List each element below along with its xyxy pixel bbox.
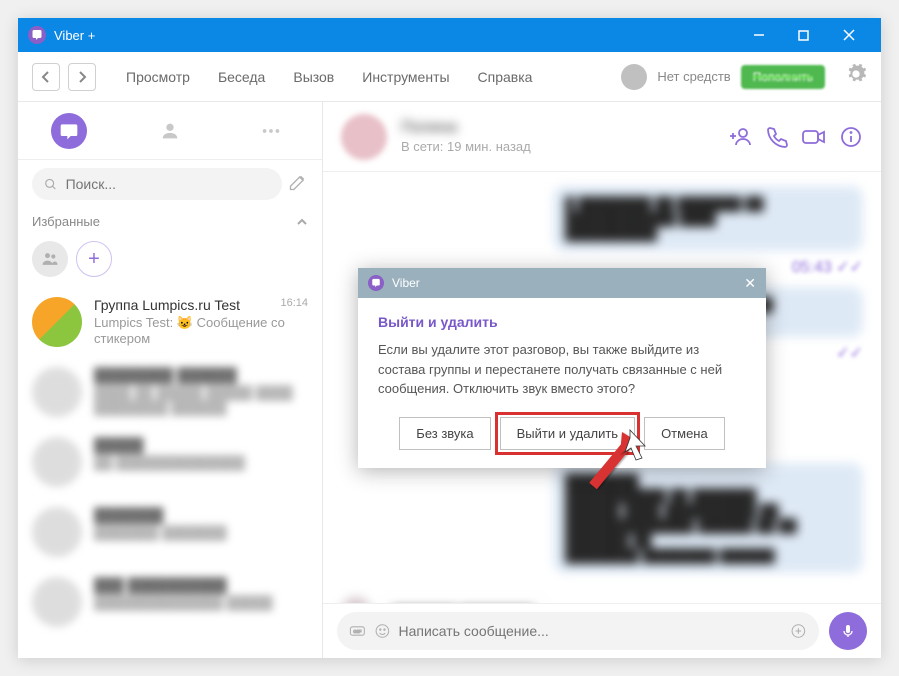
nav-forward-button[interactable]: [68, 63, 96, 91]
cancel-button[interactable]: Отмена: [644, 417, 725, 450]
chat-item[interactable]: ████████ ██████████ ██ █████ █████ █████…: [18, 357, 322, 427]
conversation-status: В сети: 19 мин. назад: [401, 139, 715, 154]
conversation-name: Полина: [401, 119, 715, 137]
menu-chat[interactable]: Беседа: [218, 69, 265, 85]
tab-more[interactable]: [253, 113, 289, 149]
chat-name: Группа Lumpics.ru Test: [94, 297, 240, 313]
dialog-text: Если вы удалите этот разговор, вы также …: [378, 340, 746, 399]
app-window: Viber + Просмотр Беседа Вызов Инструмент…: [18, 18, 881, 658]
window-controls: [736, 18, 871, 52]
sidebar: Избранные + Группа Lumpics.ru Test 16:14: [18, 102, 323, 658]
message-input[interactable]: [399, 623, 783, 639]
chat-item-active[interactable]: Группа Lumpics.ru Test 16:14 Lumpics Tes…: [18, 287, 322, 357]
search-row: [18, 160, 322, 208]
menu-view[interactable]: Просмотр: [126, 69, 190, 85]
confirm-dialog: Viber ✕ Выйти и удалить Если вы удалите …: [358, 268, 766, 468]
search-input[interactable]: [66, 176, 270, 192]
plus-icon[interactable]: [790, 621, 807, 641]
favorites-header[interactable]: Избранные: [18, 208, 322, 235]
sidebar-tabs: [18, 102, 322, 160]
leave-delete-button[interactable]: Выйти и удалить: [500, 417, 635, 450]
emoji-icon[interactable]: [374, 621, 391, 641]
mute-button[interactable]: Без звука: [399, 417, 490, 450]
tab-chats[interactable]: [51, 113, 87, 149]
chat-avatar: [32, 297, 82, 347]
compose-button[interactable]: [288, 172, 308, 197]
tab-contacts[interactable]: [152, 113, 188, 149]
minimize-button[interactable]: [736, 18, 781, 52]
message-in: ███████ ████████: [341, 597, 651, 603]
message-avatar: [341, 597, 371, 603]
gif-icon[interactable]: GIF: [349, 621, 366, 641]
message-out: █ ████████ ██ ███████ ██████████████ ███…: [553, 186, 863, 251]
mic-button[interactable]: [829, 612, 867, 650]
chat-header: Полина В сети: 19 мин. назад: [323, 102, 881, 172]
credit-label: Нет средств: [657, 69, 730, 84]
titlebar-text: Viber +: [54, 28, 95, 43]
conversation-avatar[interactable]: [341, 114, 387, 160]
chat-avatar: [32, 367, 82, 417]
chat-avatar: [32, 577, 82, 627]
dialog-close-button[interactable]: ✕: [744, 275, 756, 292]
menu-bar: Просмотр Беседа Вызов Инструменты Справк…: [126, 69, 532, 85]
chat-item[interactable]: ███ ████████████████████████ █████: [18, 567, 322, 637]
favorites-label: Избранные: [32, 214, 100, 229]
viber-logo-icon: [28, 26, 46, 44]
dialog-body: Выйти и удалить Если вы удалите этот раз…: [358, 298, 766, 468]
user-avatar[interactable]: [621, 64, 647, 90]
phone-icon[interactable]: [765, 125, 789, 149]
user-area: Нет средств Пополнить: [621, 63, 867, 90]
dialog-heading: Выйти и удалить: [378, 314, 746, 330]
chat-item[interactable]: ███████ ██████████████: [18, 427, 322, 497]
chat-preview: Lumpics Test: 😺 Сообщение со стикером: [94, 315, 308, 346]
chat-list: Группа Lumpics.ru Test 16:14 Lumpics Tes…: [18, 287, 322, 658]
chat-avatar: [32, 437, 82, 487]
svg-text:GIF: GIF: [353, 629, 361, 635]
add-contact-icon[interactable]: [729, 125, 753, 149]
viber-icon: [368, 275, 384, 291]
favorite-group[interactable]: [32, 241, 68, 277]
favorites-row: +: [18, 235, 322, 287]
nav-back-button[interactable]: [32, 63, 60, 91]
toolbar: Просмотр Беседа Вызов Инструменты Справк…: [18, 52, 881, 102]
message-input-box[interactable]: GIF: [337, 612, 819, 650]
chat-item[interactable]: ██████████████ ███████: [18, 497, 322, 567]
close-button[interactable]: [826, 18, 871, 52]
video-icon[interactable]: [801, 125, 827, 149]
dialog-buttons: Без звука Выйти и удалить Отмена: [378, 417, 746, 450]
titlebar[interactable]: Viber +: [18, 18, 881, 52]
info-icon[interactable]: [839, 125, 863, 149]
maximize-button[interactable]: [781, 18, 826, 52]
menu-tools[interactable]: Инструменты: [362, 69, 449, 85]
add-favorite-button[interactable]: +: [76, 241, 112, 277]
chat-info: Группа Lumpics.ru Test 16:14 Lumpics Tes…: [94, 297, 308, 347]
topup-button[interactable]: Пополнить: [741, 65, 825, 89]
message-out: ███████████████████ ██ █████████████ ███…: [553, 463, 863, 573]
chat-time: 16:14: [280, 297, 308, 313]
dialog-title: Viber: [392, 276, 420, 290]
input-row: GIF: [323, 603, 881, 658]
chevron-up-icon: [296, 216, 308, 228]
search-box[interactable]: [32, 168, 282, 200]
chat-avatar: [32, 507, 82, 557]
menu-call[interactable]: Вызов: [293, 69, 334, 85]
menu-help[interactable]: Справка: [478, 69, 533, 85]
dialog-titlebar[interactable]: Viber ✕: [358, 268, 766, 298]
settings-button[interactable]: [845, 63, 867, 90]
